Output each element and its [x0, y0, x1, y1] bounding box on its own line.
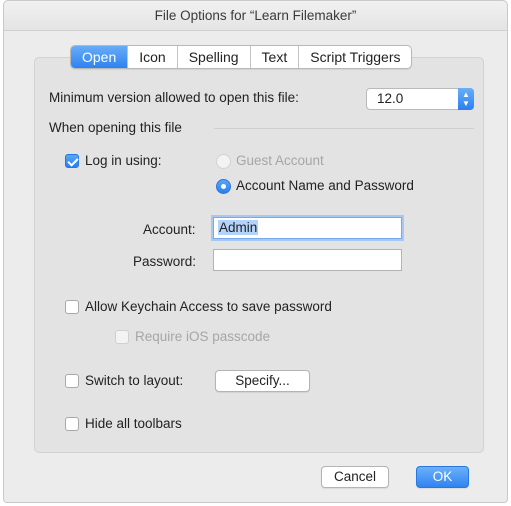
keychain-checkbox[interactable]: [65, 300, 79, 314]
section-divider: [214, 128, 474, 129]
min-version-label: Minimum version allowed to open this fil…: [49, 90, 299, 105]
ios-passcode-label: Require iOS passcode: [135, 329, 271, 344]
login-checkbox-label: Log in using:: [85, 153, 162, 168]
switch-layout-checkbox[interactable]: [65, 374, 79, 388]
radio-account-password[interactable]: [216, 179, 231, 194]
section-heading: When opening this file: [49, 120, 182, 135]
ios-passcode-checkbox[interactable]: [115, 330, 129, 344]
radio-guest-label: Guest Account: [236, 153, 324, 168]
account-label: Account:: [143, 222, 196, 237]
radio-account-label: Account Name and Password: [236, 178, 414, 193]
account-value: Admin: [218, 220, 259, 235]
tab-text[interactable]: Text: [251, 46, 300, 68]
min-version-value: 12.0: [377, 91, 404, 106]
file-options-dialog: File Options for “Learn Filemaker” Open …: [3, 0, 508, 503]
radio-guest-account[interactable]: [216, 154, 231, 169]
popup-arrows-icon: ▲ ▼: [458, 88, 474, 110]
login-checkbox[interactable]: [65, 154, 79, 168]
hide-toolbars-label: Hide all toolbars: [85, 416, 182, 431]
password-label: Password:: [133, 254, 197, 269]
password-field[interactable]: [213, 249, 402, 271]
switch-layout-label: Switch to layout:: [85, 373, 184, 388]
tab-spelling[interactable]: Spelling: [178, 46, 251, 68]
tab-open[interactable]: Open: [71, 46, 129, 68]
account-field[interactable]: Admin: [213, 217, 402, 239]
tab-script-triggers[interactable]: Script Triggers: [299, 46, 411, 68]
tab-icon[interactable]: Icon: [128, 46, 178, 68]
ok-button[interactable]: OK: [416, 466, 469, 488]
min-version-select[interactable]: 12.0 ▲ ▼: [366, 88, 474, 110]
hide-toolbars-checkbox[interactable]: [65, 417, 79, 431]
dialog-title: File Options for “Learn Filemaker”: [4, 1, 507, 31]
keychain-label: Allow Keychain Access to save password: [85, 299, 332, 314]
specify-button[interactable]: Specify...: [215, 370, 310, 392]
cancel-button[interactable]: Cancel: [321, 466, 389, 488]
tab-bar: Open Icon Spelling Text Script Triggers: [70, 45, 413, 69]
